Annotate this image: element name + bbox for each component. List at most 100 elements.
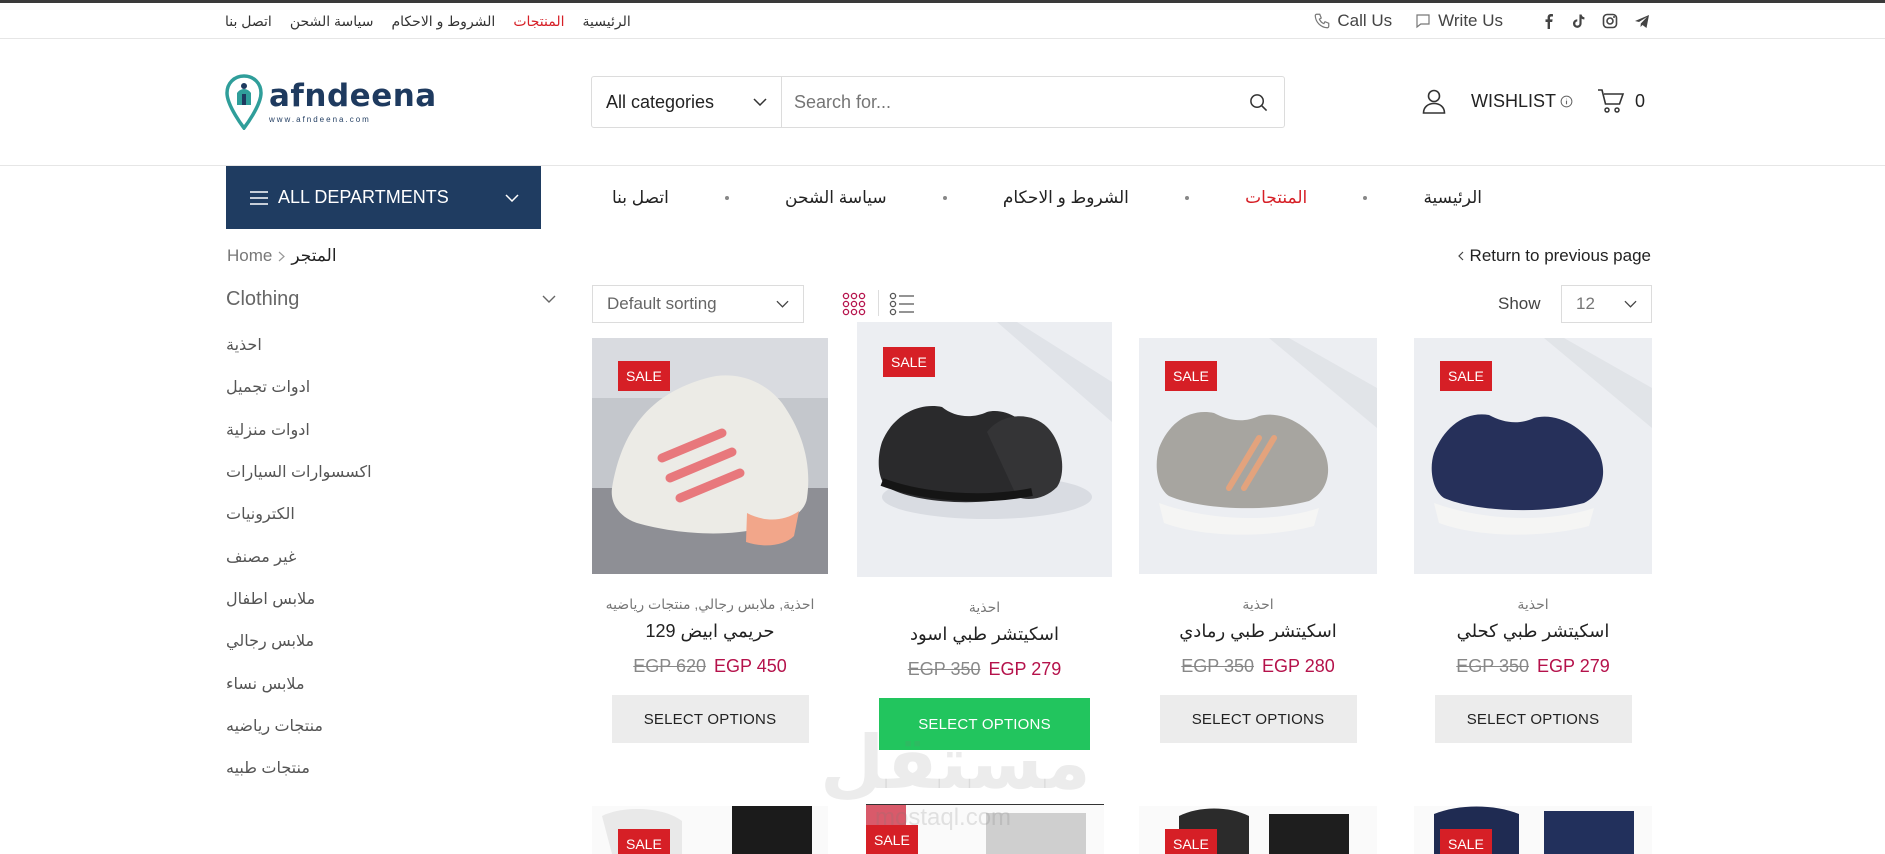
- list-view-icon[interactable]: [889, 292, 915, 316]
- product-image[interactable]: SALE: [1414, 338, 1652, 574]
- instagram-icon[interactable]: [1602, 13, 1618, 29]
- nav-separator: [942, 195, 947, 200]
- header: afndeena www.afndeena.com All categories…: [0, 40, 1885, 166]
- search-icon: [1249, 93, 1267, 111]
- product-name[interactable]: اسكيتشر طبي كحلي: [1414, 621, 1652, 642]
- nav-item-home[interactable]: الرئيسية: [1423, 188, 1482, 208]
- return-label: Return to previous page: [1469, 246, 1651, 265]
- product-price: EGP 350 EGP 279: [857, 659, 1112, 680]
- category-select-value: All categories: [606, 91, 715, 112]
- product-category[interactable]: احذية, ملابس رجالي, منتجات رياضيه: [592, 596, 828, 613]
- sale-price: EGP 450: [714, 656, 787, 676]
- product-price: EGP 350 EGP 279: [1414, 656, 1652, 677]
- logo-subtext: www.afndeena.com: [269, 114, 371, 124]
- all-departments-button[interactable]: ALL DEPARTMENTS: [226, 166, 541, 229]
- sidebar-heading-label: Clothing: [226, 287, 300, 310]
- all-departments-label: ALL DEPARTMENTS: [278, 187, 449, 207]
- top-bar: الرئيسية المنتجات الشروط و الاحكام سياسة…: [0, 3, 1885, 39]
- telegram-icon[interactable]: [1634, 14, 1650, 29]
- product-category[interactable]: احذية: [1139, 596, 1377, 613]
- tiktok-icon[interactable]: [1571, 13, 1586, 29]
- search-button[interactable]: [1232, 77, 1284, 127]
- sidebar-heading[interactable]: Clothing: [226, 284, 556, 314]
- select-options-button[interactable]: SELECT OPTIONS: [611, 695, 809, 743]
- info-icon: [1560, 95, 1573, 107]
- product-card-partial[interactable]: SALE: [1139, 806, 1377, 854]
- product-category[interactable]: احذية: [1414, 596, 1652, 613]
- top-link-products[interactable]: المنتجات: [513, 13, 564, 30]
- wishlist-link[interactable]: WISHLIST: [1471, 91, 1573, 112]
- category-item[interactable]: ادوات تجميل: [226, 366, 556, 408]
- cart-link[interactable]: 0: [1597, 88, 1645, 114]
- product-card[interactable]: SALE احذية, ملابس رجالي, منتجات رياضيه ح…: [592, 338, 828, 743]
- product-image[interactable]: SALE: [592, 338, 828, 574]
- category-item[interactable]: احذية: [226, 324, 556, 366]
- sale-badge: SALE: [618, 829, 670, 854]
- category-item[interactable]: منتجات طبيه: [226, 747, 556, 789]
- product-name[interactable]: حريمي ابيض 129: [592, 621, 828, 642]
- product-category[interactable]: احذية: [857, 599, 1112, 616]
- logo[interactable]: afndeena www.afndeena.com: [225, 74, 437, 130]
- product-card[interactable]: SALE احذية اسكيتشر طبي كحلي EGP 350 EGP …: [1414, 338, 1652, 743]
- product-card-partial[interactable]: SALE: [1414, 806, 1652, 854]
- facebook-icon[interactable]: [1541, 13, 1555, 29]
- cart-count: 0: [1634, 90, 1645, 111]
- nav-item-products[interactable]: المنتجات: [1245, 188, 1307, 208]
- old-price: EGP 350: [1181, 656, 1254, 676]
- top-link-terms[interactable]: الشروط و الاحكام: [392, 13, 496, 30]
- category-sidebar: Clothing احذية ادوات تجميل ادوات منزلية …: [226, 284, 556, 789]
- call-us-link[interactable]: Call Us: [1313, 11, 1392, 31]
- sale-badge: SALE: [1440, 361, 1492, 391]
- nav-separator: [724, 195, 729, 200]
- select-options-button[interactable]: SELECT OPTIONS: [1159, 695, 1357, 743]
- sale-badge: SALE: [618, 361, 670, 391]
- product-image[interactable]: SALE: [857, 322, 1112, 577]
- per-page-select[interactable]: 12: [1561, 285, 1652, 323]
- product-card[interactable]: SALE احذية اسكيتشر طبي رمادي EGP 350 EGP…: [1139, 338, 1377, 743]
- top-link-home[interactable]: الرئيسية: [583, 13, 631, 30]
- select-options-button[interactable]: SELECT OPTIONS: [1434, 695, 1632, 743]
- social-links: [1541, 13, 1650, 29]
- top-link-contact[interactable]: اتصل بنا: [225, 13, 272, 30]
- product-price: EGP 350 EGP 280: [1139, 656, 1377, 677]
- return-to-previous-link[interactable]: Return to previous page: [1457, 246, 1651, 266]
- old-price: EGP 350: [907, 659, 981, 679]
- account-icon[interactable]: [1421, 88, 1447, 114]
- logo-text: afndeena: [269, 77, 437, 114]
- call-us-label: Call Us: [1337, 11, 1393, 30]
- category-item[interactable]: غير مصنف: [226, 535, 556, 577]
- category-item[interactable]: ملابس رجالي: [226, 620, 556, 662]
- product-card[interactable]: SALE احذية اسكيتشر طبي اسود EGP 350 EGP …: [857, 322, 1112, 750]
- sale-badge: SALE: [1165, 829, 1217, 854]
- grid-view-icon[interactable]: [842, 292, 866, 316]
- nav-item-terms[interactable]: الشروط و الاحكام: [1003, 188, 1129, 208]
- sort-select[interactable]: Default sorting: [592, 285, 804, 323]
- show-label: Show: [1498, 294, 1541, 313]
- product-name[interactable]: اسكيتشر طبي اسود: [857, 624, 1112, 645]
- product-card-partial[interactable]: SALE: [592, 806, 828, 854]
- nav-item-shipping[interactable]: سياسة الشحن: [785, 188, 887, 208]
- write-us-link[interactable]: Write Us: [1414, 11, 1503, 31]
- search-bar: All categories: [591, 76, 1285, 128]
- category-item[interactable]: ملابس نساء: [226, 662, 556, 704]
- category-item[interactable]: منتجات رياضيه: [226, 705, 556, 747]
- nav-separator: [1363, 195, 1368, 200]
- category-item[interactable]: ملابس اطفال: [226, 578, 556, 620]
- top-links: الرئيسية المنتجات الشروط و الاحكام سياسة…: [225, 3, 631, 39]
- product-image[interactable]: SALE: [1139, 338, 1377, 574]
- watermark-subtext: mostaql.com: [875, 804, 1012, 831]
- sale-price: EGP 279: [1537, 656, 1610, 676]
- sale-badge: SALE: [883, 347, 935, 377]
- category-item[interactable]: الكترونيات: [226, 493, 556, 535]
- breadcrumb-home[interactable]: Home: [227, 246, 272, 266]
- category-list: احذية ادوات تجميل ادوات منزلية اكسسوارات…: [226, 324, 556, 789]
- top-link-shipping[interactable]: سياسة الشحن: [290, 13, 374, 30]
- main-nav: الرئيسية المنتجات الشروط و الاحكام سياسة…: [612, 166, 1482, 229]
- category-item[interactable]: ادوات منزلية: [226, 409, 556, 451]
- nav-item-contact[interactable]: اتصل بنا: [612, 188, 669, 208]
- category-select[interactable]: All categories: [592, 77, 782, 127]
- product-name[interactable]: اسكيتشر طبي رمادي: [1139, 621, 1377, 642]
- category-item[interactable]: اكسسوارات السيارات: [226, 451, 556, 493]
- search-input[interactable]: [782, 77, 1232, 127]
- wishlist-label: WISHLIST: [1470, 90, 1556, 111]
